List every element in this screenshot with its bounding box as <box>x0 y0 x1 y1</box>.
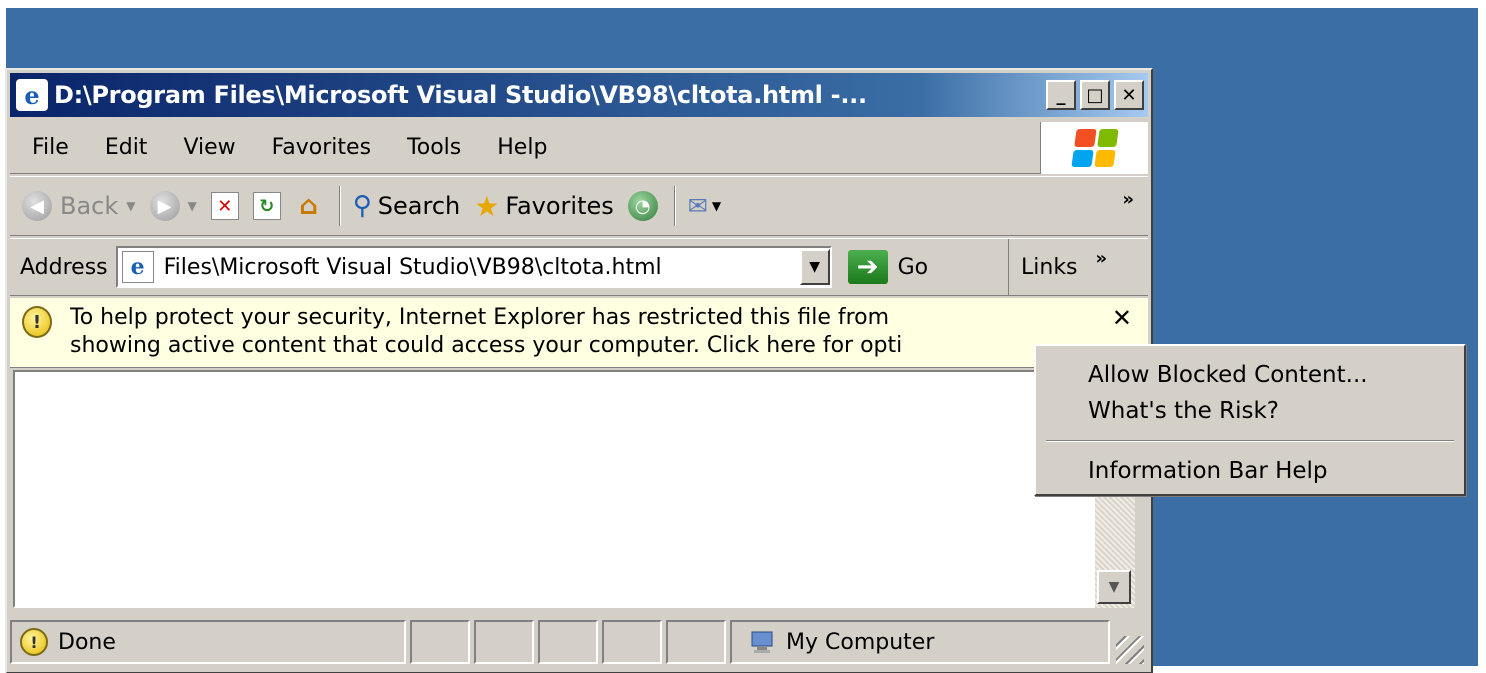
status-panel <box>666 620 726 664</box>
address-bar: Address e Files\Microsoft Visual Studio\… <box>10 238 1148 296</box>
scroll-down-arrow-icon[interactable]: ▼ <box>1097 570 1131 604</box>
menu-separator <box>1046 440 1454 442</box>
back-arrow-icon: ◀ <box>22 191 52 221</box>
minimize-button[interactable]: _ <box>1046 80 1076 110</box>
mail-icon: ✉ <box>687 192 708 220</box>
back-label: Back <box>60 192 119 220</box>
menu-file[interactable]: File <box>10 135 87 160</box>
go-label: Go <box>897 254 929 280</box>
zone-text: My Computer <box>786 629 935 655</box>
info-line-2: showing active content that could access… <box>70 333 903 358</box>
search-label: Search <box>377 192 461 220</box>
information-bar[interactable]: ! To help protect your security, Interne… <box>10 298 1148 368</box>
ie-icon: e <box>16 79 48 111</box>
home-icon: ⌂ <box>299 191 319 221</box>
go-button[interactable]: ➔ Go <box>847 250 929 284</box>
information-bar-text: To help protect your security, Internet … <box>70 304 1070 360</box>
computer-icon <box>748 628 776 656</box>
history-icon: ◔ <box>627 191 658 221</box>
page-icon: e <box>121 251 154 283</box>
resize-grip-icon[interactable] <box>1116 636 1144 664</box>
status-bar: ! Done My Computer <box>10 616 1148 668</box>
status-main: ! Done <box>10 620 406 664</box>
go-arrow-icon: ➔ <box>847 250 888 284</box>
menu-edit[interactable]: Edit <box>87 135 166 160</box>
status-shield-icon[interactable]: ! <box>20 628 48 656</box>
toolbar-separator <box>338 186 341 226</box>
back-button[interactable]: ◀ Back ▼ <box>22 191 136 221</box>
window-title: D:\Program Files\Microsoft Visual Studio… <box>54 81 867 109</box>
status-panel <box>538 620 598 664</box>
status-text: Done <box>58 629 116 655</box>
info-line-1: To help protect your security, Internet … <box>70 305 890 330</box>
address-dropdown-icon[interactable]: ▼ <box>799 249 830 285</box>
menu-bar: File Edit View Favorites Tools Help <box>10 122 1148 174</box>
browser-window: e D:\Program Files\Microsoft Visual Stud… <box>5 68 1153 673</box>
information-bar-context-menu: Allow Blocked Content... What's the Risk… <box>1034 344 1466 496</box>
links-toolbar[interactable]: Links » <box>1008 239 1148 295</box>
windows-logo-icon <box>1040 122 1148 174</box>
forward-arrow-icon: ▶ <box>149 191 180 221</box>
mail-button[interactable]: ✉ ▼ <box>688 192 721 220</box>
page-content[interactable] <box>13 370 1095 608</box>
title-bar[interactable]: e D:\Program Files\Microsoft Visual Stud… <box>10 73 1148 117</box>
search-icon: ⚲ <box>352 191 372 221</box>
menu-view[interactable]: View <box>165 135 253 160</box>
toolbar-more-chevron-icon[interactable]: » <box>1122 189 1134 210</box>
menu-allow-blocked-content[interactable]: Allow Blocked Content... <box>1088 362 1368 388</box>
links-more-chevron-icon[interactable]: » <box>1096 248 1108 269</box>
forward-button[interactable]: ▶ ▼ <box>149 191 197 221</box>
links-label: Links <box>1021 254 1078 280</box>
favorites-label: Favorites <box>505 192 614 220</box>
close-button[interactable]: ✕ <box>1114 80 1144 110</box>
refresh-button[interactable]: ↻ <box>252 192 281 220</box>
menu-information-bar-help[interactable]: Information Bar Help <box>1088 458 1328 484</box>
address-label: Address <box>20 254 108 280</box>
home-button[interactable]: ⌂ <box>295 191 323 221</box>
search-button[interactable]: ⚲ Search <box>353 191 461 221</box>
forward-dropdown-icon[interactable]: ▼ <box>188 199 197 213</box>
menu-help[interactable]: Help <box>479 135 565 160</box>
security-shield-icon: ! <box>22 306 52 338</box>
status-panel <box>602 620 662 664</box>
media-button[interactable]: ◔ <box>627 191 658 221</box>
menu-tools[interactable]: Tools <box>389 135 479 160</box>
address-input[interactable]: Files\Microsoft Visual Studio\VB98\cltot… <box>164 255 800 280</box>
stop-button[interactable]: ✕ <box>210 192 239 220</box>
menu-whats-the-risk[interactable]: What's the Risk? <box>1088 398 1279 424</box>
status-panel <box>474 620 534 664</box>
refresh-icon: ↻ <box>252 192 281 220</box>
maximize-button[interactable]: □ <box>1080 80 1110 110</box>
star-icon: ★ <box>474 189 500 223</box>
standard-toolbar: ◀ Back ▼ ▶ ▼ ✕ ↻ ⌂ ⚲ Search ★ Favorites … <box>10 176 1148 236</box>
mail-dropdown-icon: ▼ <box>711 199 722 213</box>
back-dropdown-icon[interactable]: ▼ <box>126 199 135 213</box>
security-zone[interactable]: My Computer <box>730 620 1110 664</box>
toolbar-separator <box>673 186 676 226</box>
stop-icon: ✕ <box>210 192 239 220</box>
info-close-icon[interactable]: ✕ <box>1112 304 1132 332</box>
status-panel <box>410 620 470 664</box>
address-field[interactable]: e Files\Microsoft Visual Studio\VB98\clt… <box>115 246 832 288</box>
favorites-button[interactable]: ★ Favorites <box>474 190 614 223</box>
menu-favorites[interactable]: Favorites <box>254 135 389 160</box>
